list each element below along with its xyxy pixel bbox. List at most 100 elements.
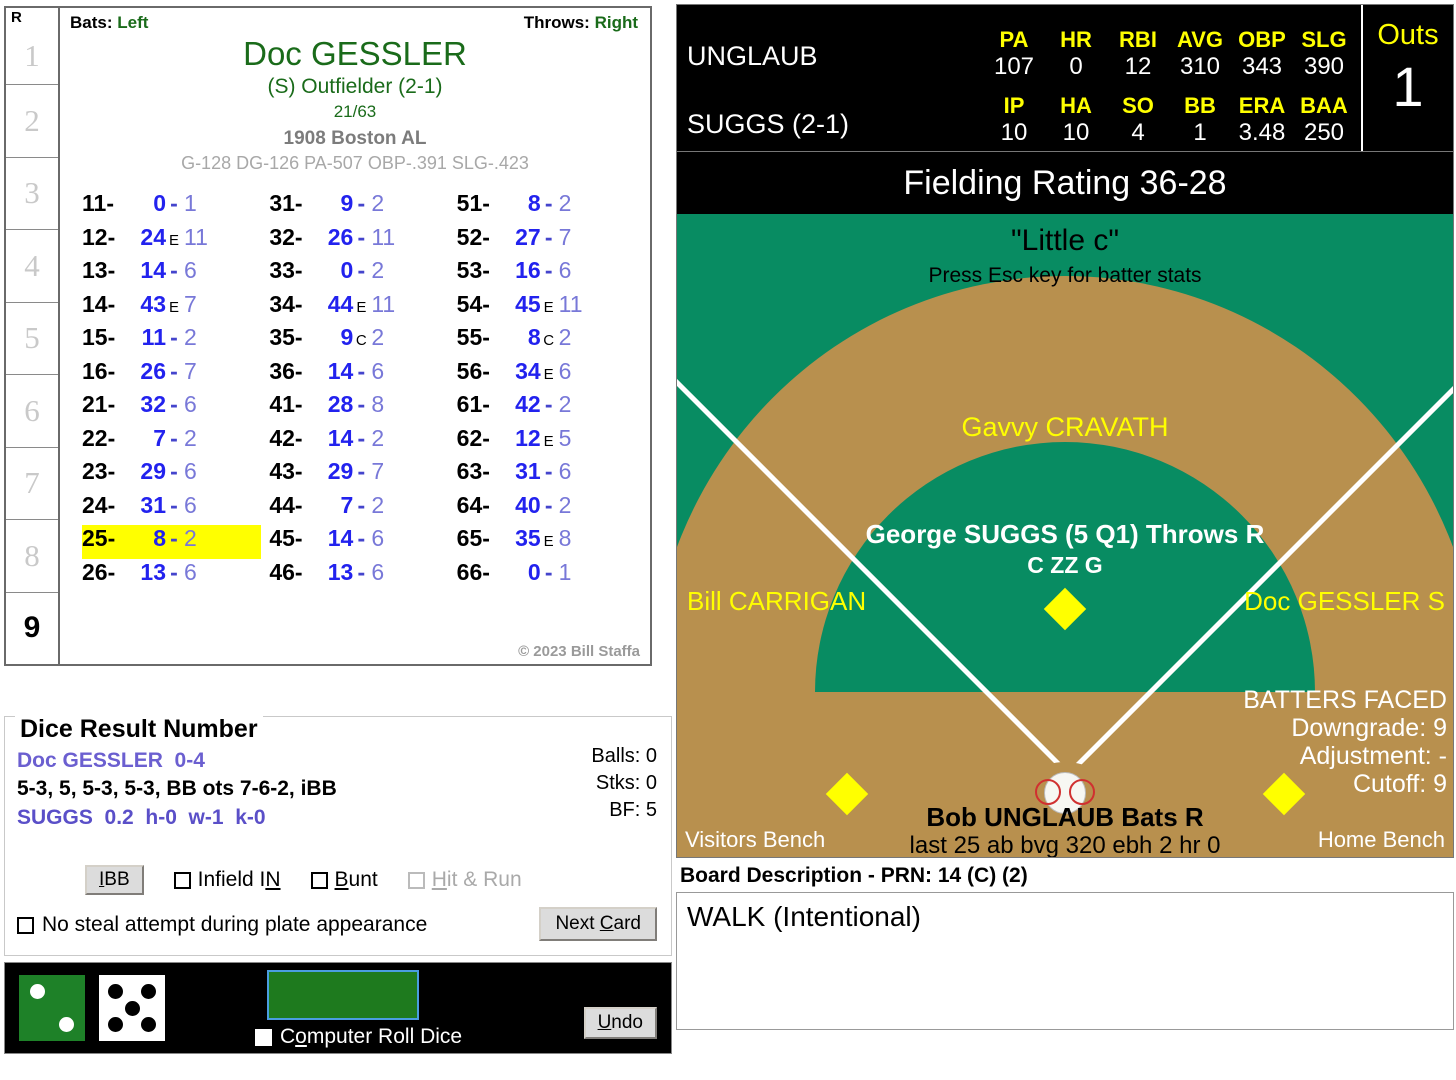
next-card-button[interactable]: Next Card xyxy=(539,907,657,941)
visitors-pen-link[interactable]: Visitors Pen xyxy=(685,854,825,857)
result-value: 0 xyxy=(527,558,541,585)
roll-number: 35- xyxy=(269,324,303,350)
batters-faced-block: BATTERS FACED Downgrade: 9 Adjustment: -… xyxy=(1243,686,1447,798)
result-value: 24 xyxy=(140,223,166,250)
baseball-field[interactable]: "Little c" Press Esc key for batter stat… xyxy=(676,214,1454,858)
runs-header: R xyxy=(11,9,22,26)
bunt-checkbox[interactable]: Bunt xyxy=(310,868,378,892)
dice-result-row: 41- 28-8 xyxy=(269,391,448,425)
sequence-line: 5-3, 5, 5-3, 5-3, BB ots 7-6-2, iBB xyxy=(17,777,337,800)
result-value: 9 xyxy=(340,324,354,350)
no-steal-checkbox[interactable]: No steal attempt during plate appearance xyxy=(17,913,427,937)
die-pip xyxy=(141,1017,156,1032)
visitors-bench-link[interactable]: Visitors Bench xyxy=(685,826,825,854)
dice-result-row: 22- 7-2 xyxy=(82,425,261,459)
pitcher-stat-value: 4 xyxy=(1131,119,1145,146)
result-modifier: E xyxy=(168,298,179,316)
roll-display-field[interactable] xyxy=(267,970,419,1020)
first-base-fielder-label[interactable]: Doc GESSLER S xyxy=(1244,586,1445,617)
roll-number: 16- xyxy=(82,357,116,384)
secondary-value: 7 xyxy=(184,290,197,317)
dice-result-row: 25- 8-2 xyxy=(82,525,262,559)
result-value: 13 xyxy=(327,558,354,585)
pitcher-stat-header: SO xyxy=(1122,93,1154,118)
batter-stat-value: 390 xyxy=(1303,53,1345,80)
cutoff-value: Cutoff: 9 xyxy=(1352,770,1447,798)
secondary-value: 6 xyxy=(184,491,197,518)
dice-result-row: 46- 13-6 xyxy=(269,559,448,593)
dice-result-row: 33- 0-2 xyxy=(269,257,448,291)
home-bench-link[interactable]: Home Bench xyxy=(1318,826,1445,854)
dice-result-row: 53- 16-6 xyxy=(457,257,636,291)
home-links[interactable]: Home Bench Home Pen xyxy=(1318,826,1445,857)
inning-cell-2: 2 xyxy=(6,84,58,157)
roll-number: 34- xyxy=(269,290,303,317)
secondary-value: 2 xyxy=(558,190,572,216)
roll-number: 61- xyxy=(456,391,490,417)
secondary-value: 11 xyxy=(371,290,396,317)
dice-result-row: 15- 11-2 xyxy=(82,324,261,358)
inning-cell-6: 6 xyxy=(6,374,58,447)
pitcher-sub-label: C ZZ G xyxy=(1027,552,1103,578)
roll-number: 54- xyxy=(456,290,490,317)
roll-number: 53- xyxy=(456,257,490,283)
stats-header: UNGLAUB SUGGS (2-1) PA HR RBI AVG OBP SLG 107 0… xyxy=(676,4,1454,152)
home-pen-link[interactable]: Home Pen xyxy=(1318,854,1445,857)
board-description-box: WALK (Intentional) xyxy=(676,892,1454,1030)
roll-number: 31- xyxy=(269,190,303,216)
ibb-button[interactable]: IBB xyxy=(85,865,144,895)
checkbox-box[interactable] xyxy=(173,871,191,889)
player-stats-line: G-128 DG-126 PA-507 OBP-.391 SLG-.423 xyxy=(181,153,529,173)
roll-number: 36- xyxy=(269,357,303,384)
checkbox-box[interactable] xyxy=(17,916,34,934)
result-modifier: E xyxy=(543,533,554,550)
secondary-value: 6 xyxy=(184,391,197,417)
result-modifier: - xyxy=(357,223,366,250)
inning-cell-5: 5 xyxy=(6,301,58,375)
checkbox-box[interactable] xyxy=(310,871,328,889)
controls-row: IBB Infield IN Bunt Hit & Run xyxy=(5,865,671,895)
die-pip xyxy=(29,984,45,999)
dice-result-row: 63- 31-6 xyxy=(457,458,636,492)
roll-number: 44- xyxy=(269,491,303,518)
roll-number: 24- xyxy=(82,491,116,518)
roll-number: 43- xyxy=(269,458,303,484)
pitcher-stat-grid: IP HA SO BB ERA BAA 10 10 4 1 3.48 250 xyxy=(983,93,1355,147)
pitcher-label[interactable]: George SUGGS (5 Q1) Throws R xyxy=(677,519,1453,550)
secondary-value: 2 xyxy=(371,190,385,216)
computer-roll-dice-checkbox[interactable]: Computer Roll Dice xyxy=(255,1025,462,1049)
dice-result-row: 44- 7-2 xyxy=(269,492,448,526)
batter-stat-header: AVG xyxy=(1176,27,1224,52)
roll-number: 63- xyxy=(456,458,490,484)
left-pane: R 123456789 Bats: Left Throws: Right Doc… xyxy=(0,0,672,1080)
strikes-count: Stks: 0 xyxy=(595,772,657,794)
undo-button[interactable]: Undo xyxy=(583,1007,657,1039)
throws-group: Throws: Right xyxy=(524,13,638,33)
bunt-label: Bunt xyxy=(334,868,378,891)
infield-in-checkbox[interactable]: Infield IN xyxy=(173,868,281,892)
secondary-value: 2 xyxy=(558,491,572,518)
secondary-value: 6 xyxy=(184,558,197,585)
result-modifier: - xyxy=(170,357,178,384)
dice-result-row: 13- 14-6 xyxy=(82,257,261,291)
pitcher-result-line: SUGGS 0.2 h-0 w-1 k-0 xyxy=(17,806,266,829)
green-die[interactable] xyxy=(19,975,85,1041)
batter-stat-value: 107 xyxy=(993,53,1035,80)
dice-results-grid: 11- 0-1 31- 9-2 51- 8-2 12- 24 E 11 32- 26-11 52- 27-… xyxy=(68,190,642,592)
white-die[interactable] xyxy=(99,975,165,1041)
dice-result-row: 51- 8-2 xyxy=(457,190,636,224)
result-value: 32 xyxy=(140,391,166,417)
center-fielder-label[interactable]: Gavvy CRAVATH xyxy=(677,412,1453,443)
balls-count: Balls: 0 xyxy=(591,745,657,767)
result-value: 8 xyxy=(153,525,166,551)
visitors-links[interactable]: Visitors Bench Visitors Pen xyxy=(685,826,825,857)
result-value: 27 xyxy=(515,223,541,250)
dice-result-row: 42- 14-2 xyxy=(269,425,448,459)
no-steal-label: No steal attempt during plate appearance xyxy=(42,913,428,936)
result-value: 16 xyxy=(515,257,541,283)
pitcher-stat-value: 10 xyxy=(1000,119,1028,146)
inning-cell-9: 9 xyxy=(6,591,58,665)
third-base-fielder-label[interactable]: Bill CARRIGAN xyxy=(687,586,866,617)
checkbox-box[interactable] xyxy=(255,1028,272,1046)
result-modifier: - xyxy=(170,558,178,585)
